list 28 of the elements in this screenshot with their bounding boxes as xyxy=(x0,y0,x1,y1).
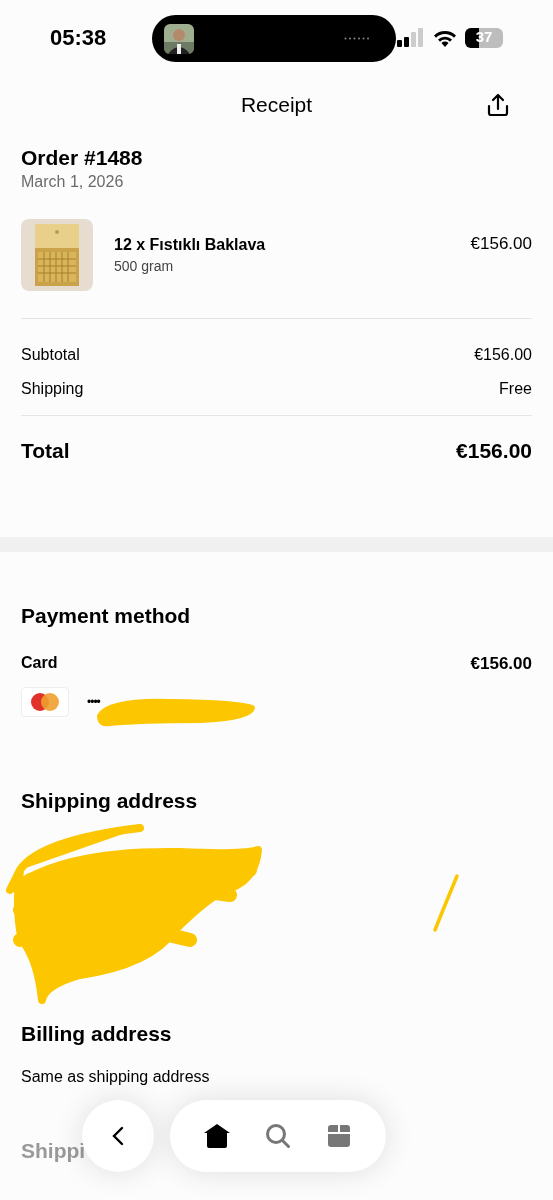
payment-amount: €156.00 xyxy=(470,652,532,675)
summary-label: Shipping xyxy=(21,379,84,399)
total-value: €156.00 xyxy=(456,438,532,464)
item-price: €156.00 xyxy=(470,233,532,255)
page-title: Receipt xyxy=(240,92,313,119)
chevron-left-icon xyxy=(111,1126,125,1146)
section-heading: Billing address xyxy=(21,1021,173,1047)
billing-text: Same as shipping address xyxy=(21,1067,211,1087)
mastercard-icon xyxy=(21,687,69,717)
card-number: •••• xyxy=(87,694,100,711)
summary-value: €156.00 xyxy=(474,345,532,365)
item-name: 12 x Fıstıklı Baklava xyxy=(114,235,266,255)
share-icon[interactable] xyxy=(485,92,511,118)
order-title: Order #1488 xyxy=(21,145,144,171)
wifi-icon xyxy=(433,28,457,47)
total-label: Total xyxy=(21,438,70,464)
summary-value: Free xyxy=(499,379,532,399)
summary-label: Subtotal xyxy=(21,345,80,365)
dots-icon xyxy=(344,37,370,40)
scribble-line xyxy=(433,874,459,932)
payment-label: Card xyxy=(21,652,58,673)
signal-icon xyxy=(397,27,425,48)
item-variant: 500 gram xyxy=(114,257,175,276)
section-heading: Shipping address xyxy=(21,788,199,814)
status-time: 05:38 xyxy=(50,24,107,52)
order-date: March 1, 2026 xyxy=(21,172,125,192)
section-heading: Payment method xyxy=(21,602,192,629)
section-heading: Shippi xyxy=(21,1138,86,1164)
